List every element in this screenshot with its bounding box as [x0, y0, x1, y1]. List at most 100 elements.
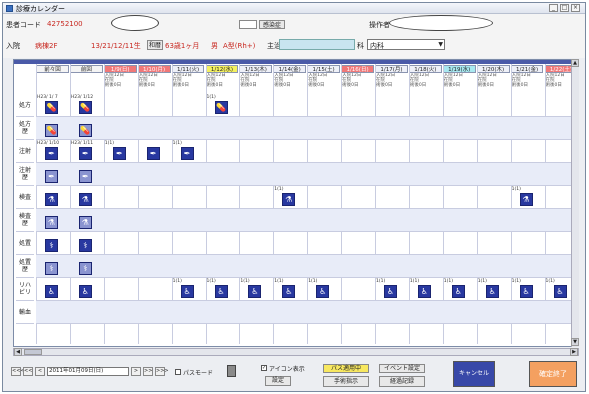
cell-note: H23/ 1/10: [37, 141, 60, 146]
person-icon[interactable]: ♿: [282, 285, 296, 298]
pill-icon[interactable]: 💊: [214, 101, 228, 114]
pill-icon[interactable]: 💊: [78, 101, 92, 114]
date-header[interactable]: 1/21(金): [510, 65, 544, 73]
syringe-icon[interactable]: ✒: [112, 147, 126, 160]
era-toggle-button[interactable]: 和暦: [147, 40, 163, 50]
person-icon[interactable]: ♿: [78, 285, 92, 298]
row-label: リハ ビリ: [16, 278, 34, 301]
cancel-button[interactable]: キャンセル: [453, 361, 495, 387]
bandage-icon[interactable]: ⚕: [78, 262, 92, 275]
attending-field[interactable]: [279, 39, 355, 50]
row-label: 検査歴: [16, 209, 34, 232]
nav-prev-button[interactable]: <: [35, 367, 45, 376]
nav-last-button[interactable]: >>>: [155, 367, 169, 376]
nav-first-button[interactable]: <<<: [11, 367, 25, 376]
person-icon[interactable]: ♿: [384, 285, 397, 298]
syringe-icon[interactable]: ✒: [78, 170, 92, 183]
bandage-icon[interactable]: ⚕: [78, 239, 92, 252]
scroll-left-arrow[interactable]: ◀: [14, 348, 22, 356]
chevron-down-icon: ▼: [438, 41, 443, 48]
person-icon[interactable]: ♿: [45, 285, 58, 298]
nav-next-button[interactable]: >: [131, 367, 141, 376]
pill-icon[interactable]: 💊: [45, 101, 58, 114]
close-button[interactable]: ×: [571, 4, 580, 12]
event-settings-button[interactable]: イベント設定: [379, 364, 425, 373]
patient-code: 42752100: [47, 20, 83, 28]
date-header[interactable]: 1/17(月): [375, 65, 408, 73]
icon-display-label: アイコン表示: [269, 366, 305, 373]
date-header[interactable]: 1/19(水): [442, 65, 476, 73]
nav-next-week-button[interactable]: >>: [143, 367, 153, 376]
dept-select[interactable]: 内科 ▼: [367, 39, 445, 50]
syringe-icon[interactable]: ✒: [45, 170, 58, 183]
flask-icon[interactable]: ⚗: [519, 193, 533, 206]
horizontal-scrollbar[interactable]: ◀ ▶: [13, 348, 579, 356]
flask-icon[interactable]: ⚗: [45, 216, 58, 229]
syringe-icon[interactable]: ✒: [45, 147, 58, 160]
minimize-button[interactable]: _: [549, 4, 558, 12]
icon-display-checkbox[interactable]: ✓: [261, 365, 267, 371]
row-label: 処方: [16, 94, 34, 117]
pass-mode-checkbox[interactable]: [175, 369, 181, 375]
vertical-scrollbar[interactable]: ▲ ▼: [571, 59, 579, 347]
cell-note: 1(1): [409, 279, 420, 284]
cell-note: 1(1): [172, 279, 182, 284]
scroll-up-arrow[interactable]: ▲: [571, 59, 579, 67]
scroll-thumb[interactable]: [24, 349, 42, 355]
person-icon[interactable]: ♿: [519, 285, 533, 298]
date-header[interactable]: 1/18(火): [408, 65, 442, 73]
trash-icon[interactable]: [227, 365, 236, 377]
row-label: 処方歴: [16, 117, 34, 140]
pill-icon[interactable]: 💊: [78, 124, 92, 137]
pill-icon[interactable]: 💊: [45, 124, 58, 137]
date-subheader: 入院12日 在院 術後0日: [172, 73, 192, 88]
cell-note: 1(1): [274, 279, 284, 284]
date-field[interactable]: 2011年01月09日(日): [47, 367, 129, 376]
progress-record-button[interactable]: 経過記録: [379, 376, 425, 387]
person-icon[interactable]: ♿: [417, 285, 431, 298]
admission-label: 入院: [6, 42, 20, 50]
date-subheader: 入院12日 在院 術後0日: [308, 73, 328, 88]
person-icon[interactable]: ♿: [485, 285, 499, 298]
syringe-icon[interactable]: ✒: [180, 147, 194, 160]
flask-icon[interactable]: ⚗: [45, 193, 58, 206]
consult-button[interactable]: 感染症: [259, 20, 285, 29]
person-icon[interactable]: ♿: [214, 285, 228, 298]
person-icon[interactable]: ♿: [248, 285, 262, 298]
date-header[interactable]: 1/15(土): [307, 65, 341, 73]
date-header[interactable]: 1/10(月): [137, 65, 171, 73]
date-subheader: 入院12日 在院 術後0日: [443, 73, 464, 88]
scroll-right-arrow[interactable]: ▶: [570, 348, 578, 356]
row-label: 検査: [16, 186, 34, 209]
person-icon[interactable]: ♿: [553, 285, 567, 298]
date-header[interactable]: 1/13(木): [239, 65, 273, 73]
date-header[interactable]: 1/16(日): [341, 65, 374, 73]
date-subheader: 入院12日 在院 術後0日: [240, 73, 260, 88]
syringe-icon[interactable]: ✒: [78, 147, 92, 160]
date-header[interactable]: 1/14(金): [273, 65, 307, 73]
person-icon[interactable]: ♿: [180, 285, 194, 298]
date-header[interactable]: 1/20(木): [476, 65, 510, 73]
birth-date: 13/21/12/11生: [91, 42, 141, 50]
flask-icon[interactable]: ⚗: [282, 193, 296, 206]
flask-icon[interactable]: ⚗: [78, 193, 92, 206]
bandage-icon[interactable]: ⚕: [45, 239, 58, 252]
confirm-exit-button[interactable]: 確定終了: [529, 361, 577, 387]
person-icon[interactable]: ♿: [451, 285, 465, 298]
date-header[interactable]: 前々回: [36, 65, 69, 73]
bandage-icon[interactable]: ⚕: [45, 262, 58, 275]
scroll-down-arrow[interactable]: ▼: [571, 338, 579, 346]
syringe-icon[interactable]: ✒: [146, 147, 160, 160]
flask-icon[interactable]: ⚗: [78, 216, 92, 229]
procedure-instruction-button[interactable]: 手術指示: [323, 376, 369, 387]
date-header[interactable]: 1/9(日): [103, 65, 137, 73]
date-header[interactable]: 1/12(水): [205, 65, 239, 73]
nav-prev-week-button[interactable]: <<: [23, 367, 33, 376]
person-icon[interactable]: ♿: [316, 285, 330, 298]
date-header[interactable]: 前回: [69, 65, 103, 73]
cell-note: 1(1): [240, 279, 250, 284]
pass-applying-button[interactable]: パス適用中: [323, 364, 369, 373]
date-header[interactable]: 1/11(火): [171, 65, 205, 73]
settings-button[interactable]: 設定: [265, 376, 291, 386]
maximize-button[interactable]: □: [560, 4, 569, 12]
